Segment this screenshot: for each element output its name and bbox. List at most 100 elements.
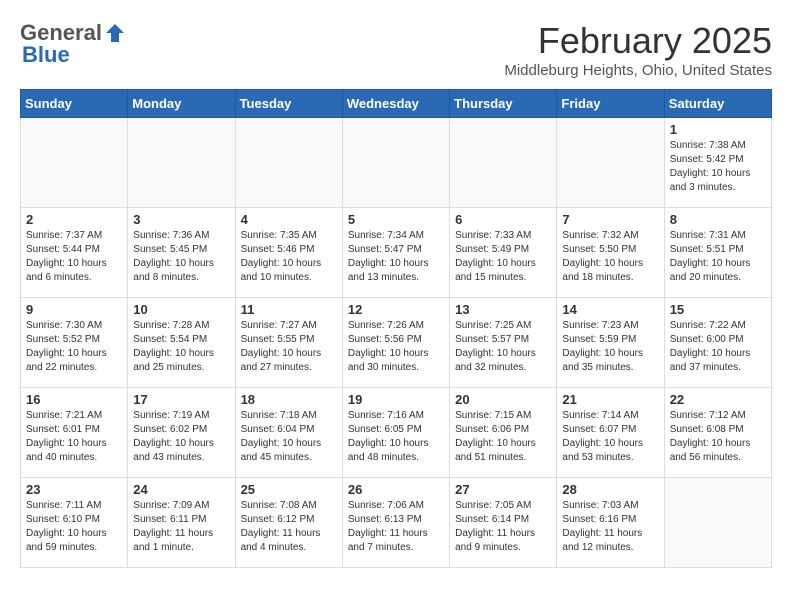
calendar-week-row: 9 Sunrise: 7:30 AM Sunset: 5:52 PM Daylig… [21, 298, 772, 388]
day-number: 19 [348, 392, 444, 407]
calendar-week-row: 23 Sunrise: 7:11 AM Sunset: 6:10 PM Dayli… [21, 478, 772, 568]
calendar-cell: 24Sunrise: 7:09 AM Sunset: 6:11 PM Dayli… [128, 478, 235, 568]
calendar-cell: 10 Sunrise: 7:28 AM Sunset: 5:54 PM Dayli… [128, 298, 235, 388]
column-header-tuesday: Tuesday [235, 90, 342, 118]
calendar-cell: 28 Sunrise: 7:03 AM Sunset: 6:16 PM Dayli… [557, 478, 664, 568]
day-number: 3 [133, 212, 229, 227]
day-number: 25 [241, 482, 337, 497]
calendar-cell: 1 Sunrise: 7:38 AM Sunset: 5:42 PM Daylig… [664, 118, 771, 208]
calendar-cell [21, 118, 128, 208]
calendar-cell [342, 118, 449, 208]
day-info: Sunrise: 7:32 AM Sunset: 5:50 PM Dayligh… [562, 229, 658, 285]
day-number: 16 [26, 392, 122, 407]
location-title: Middleburg Heights, Ohio, United States [504, 62, 772, 79]
day-info: Sunrise: 7:14 AM Sunset: 6:07 PM Dayligh… [562, 409, 658, 465]
calendar-cell: 12 Sunrise: 7:26 AM Sunset: 5:56 PM Dayli… [342, 298, 449, 388]
day-number: 5 [348, 212, 444, 227]
day-info: Sunrise: 7:23 AM Sunset: 5:59 PM Dayligh… [562, 319, 658, 375]
calendar-cell [664, 478, 771, 568]
calendar-cell [557, 118, 664, 208]
day-info: Sunrise: 7:38 AM Sunset: 5:42 PM Dayligh… [670, 139, 766, 195]
day-number: 28 [562, 482, 658, 497]
day-info: Sunrise: 7:28 AM Sunset: 5:54 PM Dayligh… [133, 319, 229, 375]
page-header: General Blue February 2025 Middleburg He… [20, 20, 772, 79]
day-info: Sunrise: 7:27 AM Sunset: 5:55 PM Dayligh… [241, 319, 337, 375]
calendar-cell: 5 Sunrise: 7:34 AM Sunset: 5:47 PM Daylig… [342, 208, 449, 298]
title-block: February 2025 Middleburg Heights, Ohio, … [504, 20, 772, 79]
day-number: 17 [133, 392, 229, 407]
calendar-cell [128, 118, 235, 208]
day-number: 2 [26, 212, 122, 227]
day-number: 6 [455, 212, 551, 227]
calendar-cell: 25 Sunrise: 7:08 AM Sunset: 6:12 PM Dayli… [235, 478, 342, 568]
day-number: 10 [133, 302, 229, 317]
column-header-monday: Monday [128, 90, 235, 118]
calendar-week-row: 2 Sunrise: 7:37 AM Sunset: 5:44 PM Daylig… [21, 208, 772, 298]
day-info: Sunrise: 7:09 AM Sunset: 6:11 PM Dayligh… [133, 499, 229, 555]
day-number: 22 [670, 392, 766, 407]
calendar-cell [235, 118, 342, 208]
day-number: 26 [348, 482, 444, 497]
day-info: Sunrise: 7:36 AM Sunset: 5:45 PM Dayligh… [133, 229, 229, 285]
calendar-cell: 7 Sunrise: 7:32 AM Sunset: 5:50 PM Daylig… [557, 208, 664, 298]
calendar-cell: 9 Sunrise: 7:30 AM Sunset: 5:52 PM Daylig… [21, 298, 128, 388]
day-info: Sunrise: 7:33 AM Sunset: 5:49 PM Dayligh… [455, 229, 551, 285]
day-info: Sunrise: 7:05 AM Sunset: 6:14 PM Dayligh… [455, 499, 551, 555]
calendar-cell: 22 Sunrise: 7:12 AM Sunset: 6:08 PM Dayli… [664, 388, 771, 478]
day-info: Sunrise: 7:18 AM Sunset: 6:04 PM Dayligh… [241, 409, 337, 465]
day-info: Sunrise: 7:19 AM Sunset: 6:02 PM Dayligh… [133, 409, 229, 465]
day-number: 15 [670, 302, 766, 317]
day-number: 9 [26, 302, 122, 317]
calendar-cell: 21 Sunrise: 7:14 AM Sunset: 6:07 PM Dayli… [557, 388, 664, 478]
day-number: 20 [455, 392, 551, 407]
calendar-cell: 18 Sunrise: 7:18 AM Sunset: 6:04 PM Dayli… [235, 388, 342, 478]
day-info: Sunrise: 7:15 AM Sunset: 6:06 PM Dayligh… [455, 409, 551, 465]
day-info: Sunrise: 7:16 AM Sunset: 6:05 PM Dayligh… [348, 409, 444, 465]
day-info: Sunrise: 7:11 AM Sunset: 6:10 PM Dayligh… [26, 499, 122, 555]
day-number: 8 [670, 212, 766, 227]
day-info: Sunrise: 7:25 AM Sunset: 5:57 PM Dayligh… [455, 319, 551, 375]
day-info: Sunrise: 7:34 AM Sunset: 5:47 PM Dayligh… [348, 229, 444, 285]
calendar-week-row: 16 Sunrise: 7:21 AM Sunset: 6:01 PM Dayli… [21, 388, 772, 478]
day-info: Sunrise: 7:12 AM Sunset: 6:08 PM Dayligh… [670, 409, 766, 465]
calendar-cell [450, 118, 557, 208]
calendar-cell: 2 Sunrise: 7:37 AM Sunset: 5:44 PM Daylig… [21, 208, 128, 298]
day-number: 7 [562, 212, 658, 227]
day-info: Sunrise: 7:08 AM Sunset: 6:12 PM Dayligh… [241, 499, 337, 555]
day-number: 23 [26, 482, 122, 497]
day-info: Sunrise: 7:30 AM Sunset: 5:52 PM Dayligh… [26, 319, 122, 375]
day-info: Sunrise: 7:03 AM Sunset: 6:16 PM Dayligh… [562, 499, 658, 555]
day-info: Sunrise: 7:35 AM Sunset: 5:46 PM Dayligh… [241, 229, 337, 285]
day-number: 18 [241, 392, 337, 407]
calendar-cell: 23 Sunrise: 7:11 AM Sunset: 6:10 PM Dayli… [21, 478, 128, 568]
calendar-cell: 6 Sunrise: 7:33 AM Sunset: 5:49 PM Daylig… [450, 208, 557, 298]
calendar-cell: 14Sunrise: 7:23 AM Sunset: 5:59 PM Dayli… [557, 298, 664, 388]
month-title: February 2025 [504, 20, 772, 62]
day-info: Sunrise: 7:06 AM Sunset: 6:13 PM Dayligh… [348, 499, 444, 555]
calendar-cell: 4 Sunrise: 7:35 AM Sunset: 5:46 PM Daylig… [235, 208, 342, 298]
column-header-friday: Friday [557, 90, 664, 118]
column-header-sunday: Sunday [21, 90, 128, 118]
calendar-cell: 16 Sunrise: 7:21 AM Sunset: 6:01 PM Dayli… [21, 388, 128, 478]
column-header-wednesday: Wednesday [342, 90, 449, 118]
day-number: 27 [455, 482, 551, 497]
day-info: Sunrise: 7:21 AM Sunset: 6:01 PM Dayligh… [26, 409, 122, 465]
day-number: 1 [670, 122, 766, 137]
day-info: Sunrise: 7:26 AM Sunset: 5:56 PM Dayligh… [348, 319, 444, 375]
day-info: Sunrise: 7:22 AM Sunset: 6:00 PM Dayligh… [670, 319, 766, 375]
calendar-cell: 15 Sunrise: 7:22 AM Sunset: 6:00 PM Dayli… [664, 298, 771, 388]
calendar-cell: 13 Sunrise: 7:25 AM Sunset: 5:57 PM Dayli… [450, 298, 557, 388]
day-number: 21 [562, 392, 658, 407]
day-number: 12 [348, 302, 444, 317]
day-info: Sunrise: 7:31 AM Sunset: 5:51 PM Dayligh… [670, 229, 766, 285]
day-info: Sunrise: 7:37 AM Sunset: 5:44 PM Dayligh… [26, 229, 122, 285]
calendar-cell: 26 Sunrise: 7:06 AM Sunset: 6:13 PM Dayli… [342, 478, 449, 568]
calendar-cell: 20 Sunrise: 7:15 AM Sunset: 6:06 PM Dayli… [450, 388, 557, 478]
calendar-cell: 27 Sunrise: 7:05 AM Sunset: 6:14 PM Dayli… [450, 478, 557, 568]
day-number: 4 [241, 212, 337, 227]
logo-icon [104, 22, 126, 44]
day-number: 13 [455, 302, 551, 317]
calendar-cell: 8 Sunrise: 7:31 AM Sunset: 5:51 PM Daylig… [664, 208, 771, 298]
column-header-thursday: Thursday [450, 90, 557, 118]
day-number: 11 [241, 302, 337, 317]
